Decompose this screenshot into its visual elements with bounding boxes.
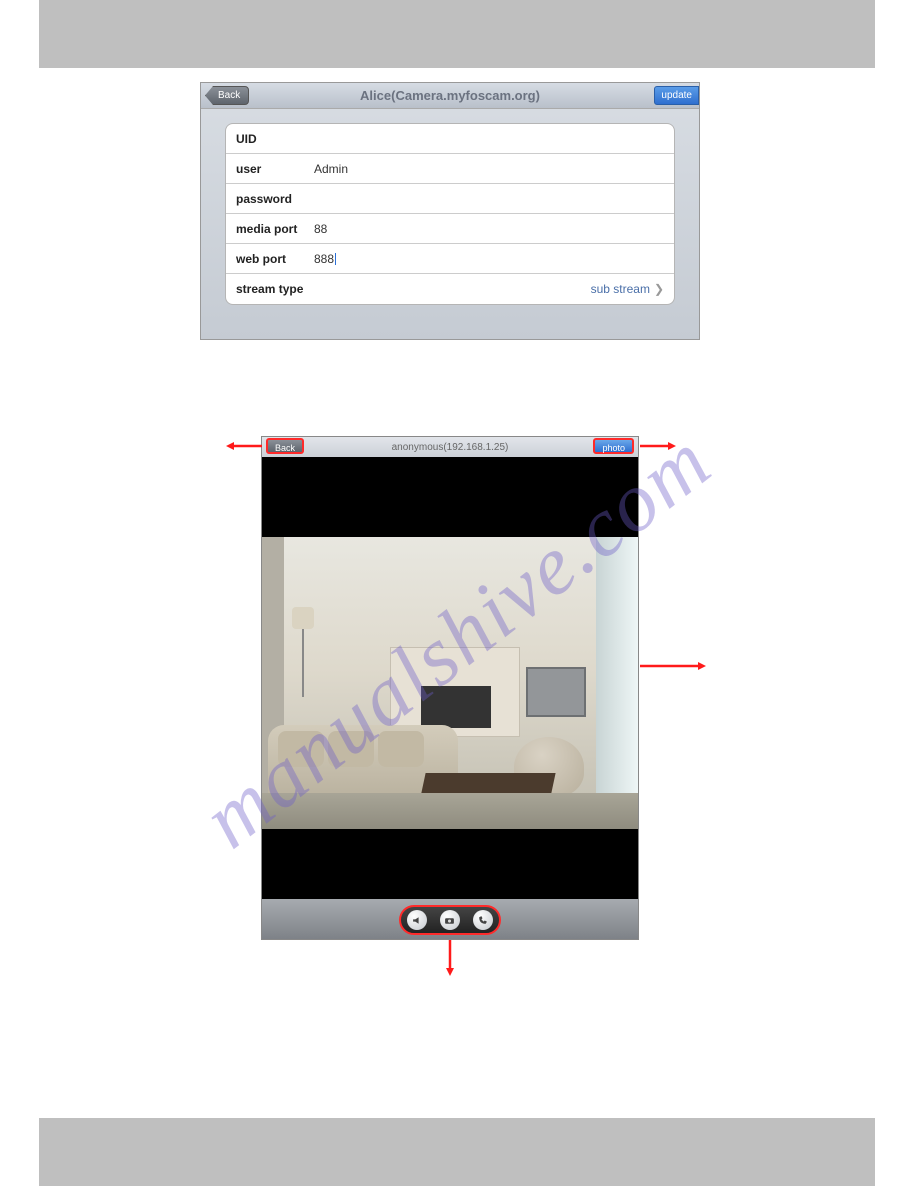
- settings-title: Alice(Camera.myfoscam.org): [360, 88, 540, 103]
- camera-title: anonymous(192.168.1.25): [392, 442, 509, 453]
- camera-header: Back anonymous(192.168.1.25) photo: [262, 437, 638, 457]
- user-row[interactable]: user Admin: [226, 154, 674, 184]
- media-port-label: media port: [236, 222, 314, 236]
- settings-header: Back Alice(Camera.myfoscam.org) update: [201, 83, 699, 109]
- camera-live-image[interactable]: [262, 537, 638, 829]
- settings-form: UID user Admin password media port 88 we…: [225, 123, 675, 305]
- camera-controls: [399, 905, 501, 935]
- arrow-down-icon: [444, 938, 456, 976]
- page-header-bar: [39, 0, 875, 68]
- web-port-row[interactable]: web port 888: [226, 244, 674, 274]
- arrow-right-icon: [638, 660, 706, 672]
- page-footer-bar: [39, 1118, 875, 1186]
- speaker-icon[interactable]: [407, 910, 427, 930]
- room-window: [596, 537, 638, 829]
- chevron-right-icon: ❯: [654, 282, 664, 296]
- room-tv: [526, 667, 586, 717]
- password-label: password: [236, 192, 314, 206]
- user-value: Admin: [314, 162, 348, 176]
- arrow-right-icon: [638, 440, 676, 452]
- room-lamp: [288, 607, 318, 697]
- arrow-left-icon: [226, 440, 264, 452]
- uid-label: UID: [236, 132, 314, 146]
- uid-row[interactable]: UID: [226, 124, 674, 154]
- camera-back-button[interactable]: Back: [266, 438, 304, 454]
- media-port-row[interactable]: media port 88: [226, 214, 674, 244]
- settings-body: UID user Admin password media port 88 we…: [201, 109, 699, 315]
- stream-type-value-wrap: sub stream ❯: [591, 282, 664, 296]
- update-button[interactable]: update: [654, 86, 699, 105]
- web-port-label: web port: [236, 252, 314, 266]
- camera-settings-panel: Back Alice(Camera.myfoscam.org) update U…: [200, 82, 700, 340]
- room-fireplace: [390, 647, 520, 737]
- user-label: user: [236, 162, 314, 176]
- camera-icon[interactable]: [440, 910, 460, 930]
- camera-live-view: Back anonymous(192.168.1.25) photo: [261, 436, 639, 940]
- camera-footer: [262, 899, 638, 939]
- stream-type-label: stream type: [236, 282, 314, 296]
- stream-type-row[interactable]: stream type sub stream ❯: [226, 274, 674, 304]
- stream-type-value: sub stream: [591, 282, 650, 296]
- back-button[interactable]: Back: [205, 86, 249, 105]
- phone-icon[interactable]: [473, 910, 493, 930]
- room-floor: [262, 793, 638, 829]
- media-port-value: 88: [314, 222, 327, 236]
- web-port-value: 888: [314, 252, 336, 266]
- password-row[interactable]: password: [226, 184, 674, 214]
- camera-photo-button[interactable]: photo: [593, 438, 634, 454]
